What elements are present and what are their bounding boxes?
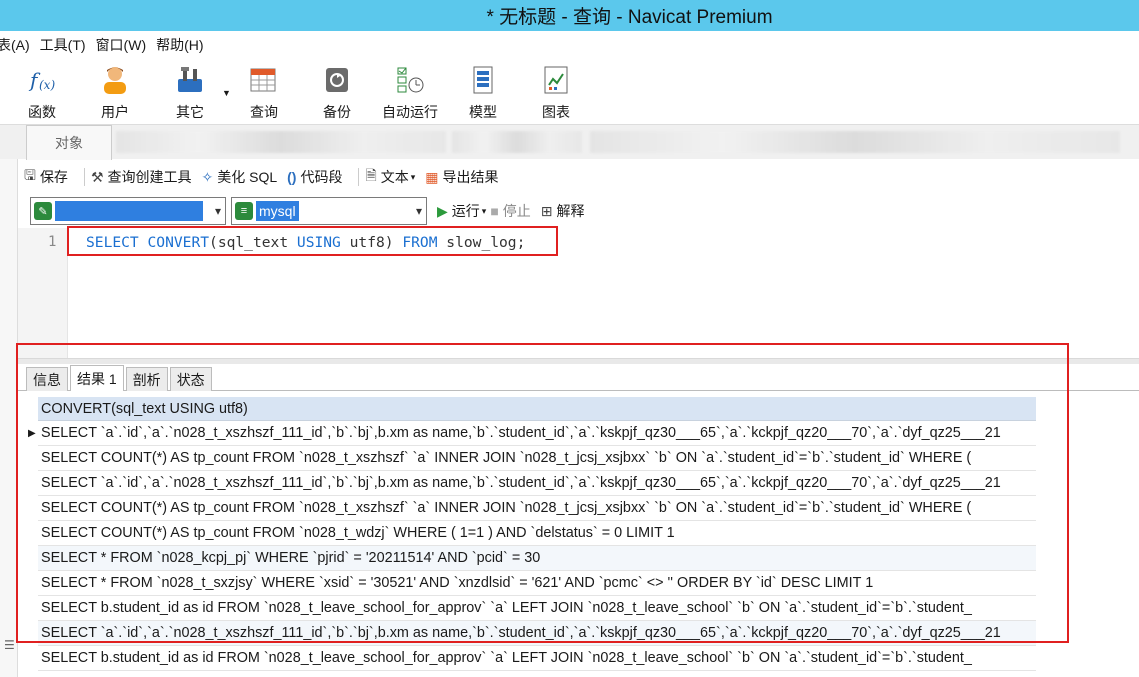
beautify-sql-button[interactable]: ✧ 美化 SQL [202, 167, 278, 187]
connection-value [55, 201, 203, 221]
toolbar-backup-button[interactable]: 备份 [302, 64, 372, 122]
text-button[interactable]: 🗎 文本 ▾ [365, 165, 415, 189]
highlight-box-results [16, 343, 1069, 643]
redacted-tab [116, 131, 446, 153]
function-icon: f (x) [27, 64, 57, 96]
stop-icon: ■ [490, 203, 499, 219]
explain-icon: ⊞ [540, 202, 553, 219]
redacted-tab [452, 131, 582, 153]
table-row[interactable]: SELECT b.student_id as id FROM `n028_t_l… [38, 646, 1036, 671]
toolbar-function-button[interactable]: f (x) 函数 [7, 64, 77, 122]
window-title: * 无标题 - 查询 - Navicat Premium [486, 7, 773, 28]
chart-icon [541, 64, 571, 96]
highlight-box-sql [67, 226, 558, 256]
toolbar-other-button[interactable]: 其它 ▼ [155, 64, 231, 122]
model-icon [468, 64, 498, 96]
toolbar-model-button[interactable]: 模型 [448, 64, 518, 122]
chevron-down-icon: ▾ [415, 204, 422, 218]
tab-objects[interactable]: 对象 [26, 125, 112, 160]
hammer-icon: ⚒ [90, 168, 104, 185]
query-icon [249, 64, 279, 96]
autorun-icon [395, 64, 425, 96]
svg-text:(x): (x) [39, 78, 55, 92]
toolbar-autorun-button[interactable]: 自动运行 [375, 64, 445, 122]
toolbar-chart-button[interactable]: 图表 [521, 64, 591, 122]
play-icon: ▶ [437, 202, 448, 219]
run-button[interactable]: ▶ 运行 ▾ [437, 201, 486, 221]
magic-wand-icon: ✧ [201, 168, 214, 185]
line-number-gutter [18, 228, 68, 358]
stop-button[interactable]: ■ 停止 [490, 201, 530, 221]
line-number: 1 [48, 234, 57, 250]
database-value: mysql [256, 201, 299, 221]
snippet-icon: () [287, 169, 297, 185]
connection-icon: ✎ [34, 202, 52, 220]
title-bar: * 无标题 - 查询 - Navicat Premium [0, 0, 1139, 31]
backup-icon [322, 64, 352, 96]
save-icon: 🖫 [24, 167, 36, 183]
chevron-down-icon: ▾ [410, 171, 416, 182]
query-toolbar: 🖫 保存 ⚒ 查询创建工具 ✧ 美化 SQL () 代码段 🗎 文本 ▾ ▦ 导… [24, 162, 1139, 192]
toolbar-query-button[interactable]: 查询 [229, 64, 299, 122]
separator [358, 168, 360, 186]
chevron-down-icon: ▾ [481, 205, 487, 216]
database-select[interactable]: ≡ mysql ▾ [231, 197, 427, 225]
separator [83, 168, 85, 186]
chevron-down-icon: ▾ [214, 204, 221, 218]
query-builder-button[interactable]: ⚒ 查询创建工具 [91, 167, 192, 187]
toolbar-user-button[interactable]: 用户 [80, 64, 150, 122]
menu-bar: 表(A) 工具(T) 窗口(W) 帮助(H) [0, 31, 1139, 58]
save-button[interactable]: 🖫 保存 [24, 165, 68, 189]
connection-selector-row: ✎ ▾ ≡ mysql ▾ ▶ 运行 ▾ ■ 停止 ⊞ 解释 [30, 196, 1139, 226]
snippet-button[interactable]: () 代码段 [287, 167, 342, 187]
tools-icon [175, 64, 205, 96]
connection-select[interactable]: ✎ ▾ [30, 197, 226, 225]
menu-help[interactable]: 帮助(H) [156, 35, 203, 55]
main-toolbar: f (x) 函数 用户 其它 ▼ 查询 备份 自动运行 模型 图表 [0, 58, 1139, 124]
user-icon [100, 64, 130, 96]
database-icon: ≡ [235, 202, 253, 220]
export-icon: ▦ [425, 168, 439, 185]
menu-window[interactable]: 窗口(W) [96, 35, 147, 55]
export-results-button[interactable]: ▦ 导出结果 [425, 167, 498, 187]
redacted-tab [590, 131, 1120, 153]
hamburger-icon[interactable]: ☰ [4, 638, 15, 652]
text-document-icon: 🗎 [365, 167, 377, 183]
menu-tools[interactable]: 工具(T) [40, 35, 86, 55]
explain-button[interactable]: ⊞ 解释 [541, 201, 585, 221]
document-tabs: 对象 [0, 124, 1139, 160]
menu-table[interactable]: 表(A) [0, 35, 30, 55]
